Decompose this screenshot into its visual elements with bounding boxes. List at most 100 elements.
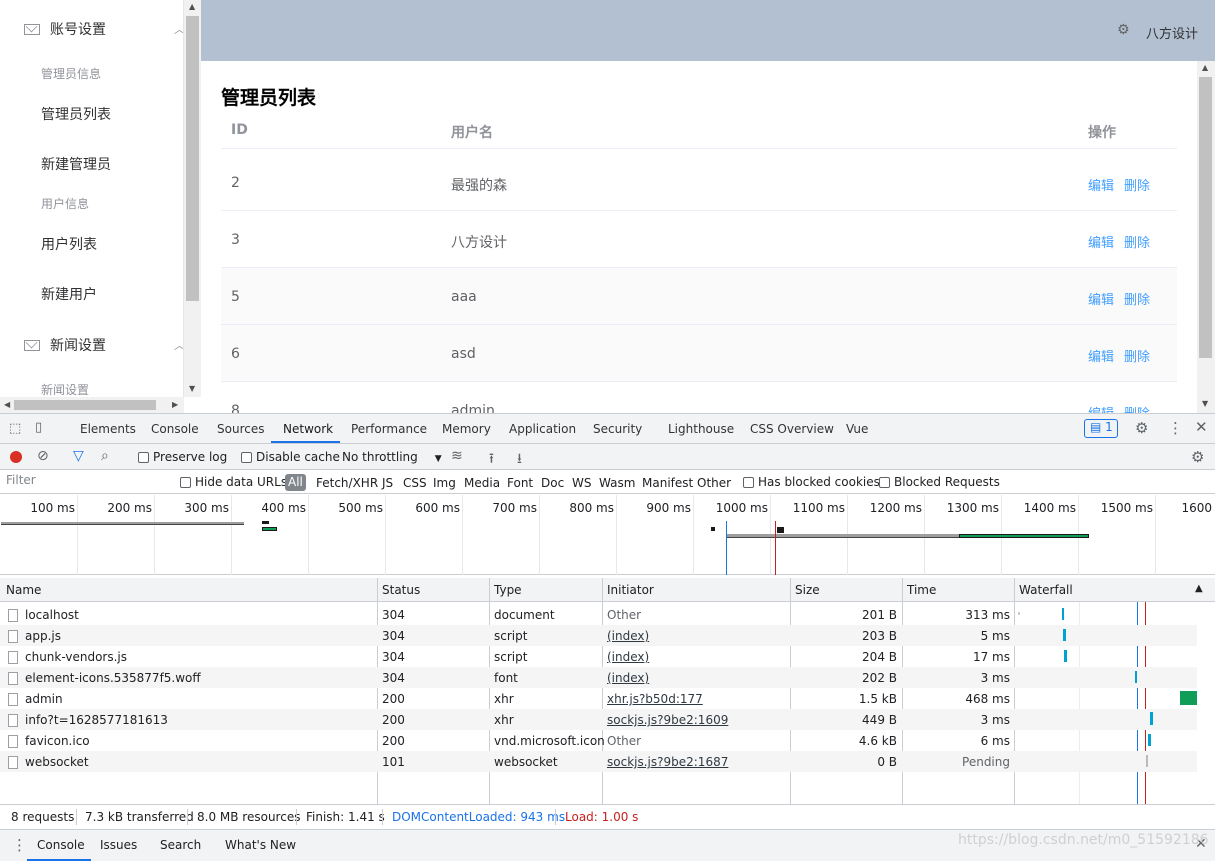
drawer-tab-issues[interactable]: Issues	[100, 838, 137, 852]
request-row[interactable]: chunk-vendors.js 304 script (index) 204 …	[0, 646, 1197, 667]
menu-group-account[interactable]: 账号设置 ︿	[24, 17, 183, 41]
clear-icon[interactable]: ⊘	[37, 448, 49, 464]
filter-type-wasm[interactable]: Wasm	[599, 476, 635, 490]
filter-icon[interactable]: ▽	[73, 448, 84, 464]
delete-button[interactable]: 删除	[1124, 346, 1150, 365]
gear-icon[interactable]: ⚙	[1135, 419, 1148, 437]
scroll-right-arrow-icon[interactable]: ▶	[172, 400, 178, 409]
filter-type-ws[interactable]: WS	[572, 476, 591, 490]
filter-type-all[interactable]: All	[285, 474, 306, 491]
filter-type-js[interactable]: JS	[382, 476, 393, 490]
tab-memory[interactable]: Memory	[442, 422, 491, 436]
column-status[interactable]: Status	[382, 583, 420, 597]
request-initiator-link[interactable]: (index)	[607, 629, 649, 643]
preserve-log-checkbox[interactable]: Preserve log	[138, 450, 227, 464]
edit-button[interactable]: 编辑	[1088, 175, 1114, 194]
search-icon[interactable]: ⌕	[101, 448, 109, 464]
drawer-tab-whats-new[interactable]: What's New	[225, 838, 296, 852]
disable-cache-checkbox[interactable]: Disable cache	[241, 450, 340, 464]
tab-network[interactable]: Network	[283, 422, 333, 436]
request-row[interactable]: localhost 304 document Other 201 B 313 m…	[0, 604, 1197, 625]
filter-type-media[interactable]: Media	[464, 476, 500, 490]
tab-vue[interactable]: Vue	[846, 422, 868, 436]
request-row[interactable]: element-icons.535877f5.woff 304 font (in…	[0, 667, 1197, 688]
request-row[interactable]: admin 200 xhr xhr.js?b50d:177 1.5 kB 468…	[0, 688, 1197, 709]
menu-item-user-list[interactable]: 用户列表	[41, 234, 97, 254]
column-size[interactable]: Size	[795, 583, 820, 597]
request-initiator-link[interactable]: sockjs.js?9be2:1687	[607, 755, 728, 769]
filter-type-manifest[interactable]: Manifest	[642, 476, 693, 490]
menu-item-new-admin[interactable]: 新建管理员	[41, 154, 111, 174]
inspect-element-icon[interactable]: ⬚	[9, 421, 21, 436]
delete-button[interactable]: 删除	[1124, 289, 1150, 308]
has-blocked-cookies-checkbox[interactable]: Has blocked cookies	[743, 475, 880, 489]
filter-type-fetch-xhr[interactable]: Fetch/XHR	[316, 476, 378, 490]
request-row[interactable]: info?t=1628577181613 200 xhr sockjs.js?9…	[0, 709, 1197, 730]
tab-performance[interactable]: Performance	[351, 422, 427, 436]
sidebar-horizontal-scrollbar[interactable]: ◀ ▶	[0, 397, 184, 413]
filter-type-other[interactable]: Other	[697, 476, 731, 490]
drawer-menu-icon[interactable]: ⋮	[12, 836, 27, 854]
column-waterfall[interactable]: Waterfall	[1019, 583, 1073, 597]
filter-type-css[interactable]: CSS	[403, 476, 427, 490]
tab-css-overview[interactable]: CSS Overview	[750, 422, 834, 436]
request-initiator-link[interactable]: (index)	[607, 650, 649, 664]
edit-button[interactable]: 编辑	[1088, 289, 1114, 308]
menu-item-new-user[interactable]: 新建用户	[41, 284, 97, 304]
tab-lighthouse[interactable]: Lighthouse	[668, 422, 734, 436]
close-icon[interactable]: ✕	[1195, 418, 1208, 436]
delete-button[interactable]: 删除	[1124, 175, 1150, 194]
filter-type-doc[interactable]: Doc	[541, 476, 564, 490]
menu-item-admin-list[interactable]: 管理员列表	[41, 104, 111, 124]
scroll-left-arrow-icon[interactable]: ◀	[4, 400, 10, 409]
gear-icon[interactable]: ⚙	[1117, 22, 1130, 38]
request-row[interactable]: app.js 304 script (index) 203 B 5 ms	[0, 625, 1197, 646]
request-initiator-link[interactable]: xhr.js?b50d:177	[607, 692, 703, 706]
record-icon[interactable]	[10, 451, 22, 463]
request-initiator-link[interactable]: sockjs.js?9be2:1609	[607, 713, 728, 727]
tab-application[interactable]: Application	[509, 422, 576, 436]
edit-button[interactable]: 编辑	[1088, 232, 1114, 251]
scrollbar-thumb[interactable]	[1199, 77, 1212, 358]
request-row[interactable]: websocket 101 websocket sockjs.js?9be2:1…	[0, 751, 1197, 772]
timeline-overview[interactable]: 100 ms 200 ms 300 ms 400 ms 500 ms 600 m…	[0, 495, 1215, 575]
column-time[interactable]: Time	[907, 583, 936, 597]
tab-security[interactable]: Security	[593, 422, 642, 436]
import-har-icon[interactable]: ⭱	[489, 448, 494, 472]
blocked-requests-checkbox[interactable]: Blocked Requests	[879, 475, 1000, 489]
sidebar-vertical-scrollbar[interactable]: ▲ ▼	[184, 0, 201, 397]
device-toolbar-icon[interactable]: ▯	[35, 420, 42, 435]
sort-ascending-icon[interactable]: ▲	[1195, 583, 1203, 594]
menu-group-news[interactable]: 新闻设置 ︿	[24, 333, 183, 357]
column-type[interactable]: Type	[494, 583, 522, 597]
filter-type-img[interactable]: Img	[433, 476, 456, 490]
filter-input[interactable]: Filter	[2, 471, 166, 491]
column-name[interactable]: Name	[6, 583, 41, 597]
hide-data-urls-checkbox[interactable]: Hide data URLs	[180, 475, 287, 489]
header-user-name[interactable]: 八方设计	[1146, 23, 1198, 42]
delete-button[interactable]: 删除	[1124, 232, 1150, 251]
scrollbar-thumb[interactable]	[14, 400, 156, 410]
filter-type-font[interactable]: Font	[507, 476, 533, 490]
main-vertical-scrollbar[interactable]: ▲ ▼	[1197, 61, 1215, 413]
scrollbar-thumb[interactable]	[186, 16, 199, 301]
request-initiator-link[interactable]: (index)	[607, 671, 649, 685]
tab-sources[interactable]: Sources	[217, 422, 264, 436]
drawer-tab-search[interactable]: Search	[160, 838, 201, 852]
scroll-down-arrow-icon[interactable]: ▼	[189, 384, 195, 393]
network-settings-gear-icon[interactable]: ⚙	[1191, 448, 1204, 466]
request-row[interactable]: favicon.ico 200 vnd.microsoft.icon Other…	[0, 730, 1197, 751]
edit-button[interactable]: 编辑	[1088, 403, 1114, 413]
more-options-icon[interactable]: ⋮	[1168, 419, 1183, 437]
export-har-icon[interactable]: ⭳	[517, 448, 522, 472]
scroll-up-arrow-icon[interactable]: ▲	[1202, 63, 1208, 72]
throttling-select[interactable]: No throttling ▼	[342, 450, 442, 464]
scroll-down-arrow-icon[interactable]: ▼	[1202, 399, 1208, 408]
edit-button[interactable]: 编辑	[1088, 346, 1114, 365]
issues-badge[interactable]: ▤ 1	[1084, 419, 1118, 438]
delete-button[interactable]: 删除	[1124, 403, 1150, 413]
scroll-up-arrow-icon[interactable]: ▲	[189, 2, 195, 11]
network-conditions-icon[interactable]: ≋	[451, 448, 463, 464]
tab-elements[interactable]: Elements	[80, 422, 136, 436]
drawer-tab-console[interactable]: Console	[37, 838, 85, 852]
